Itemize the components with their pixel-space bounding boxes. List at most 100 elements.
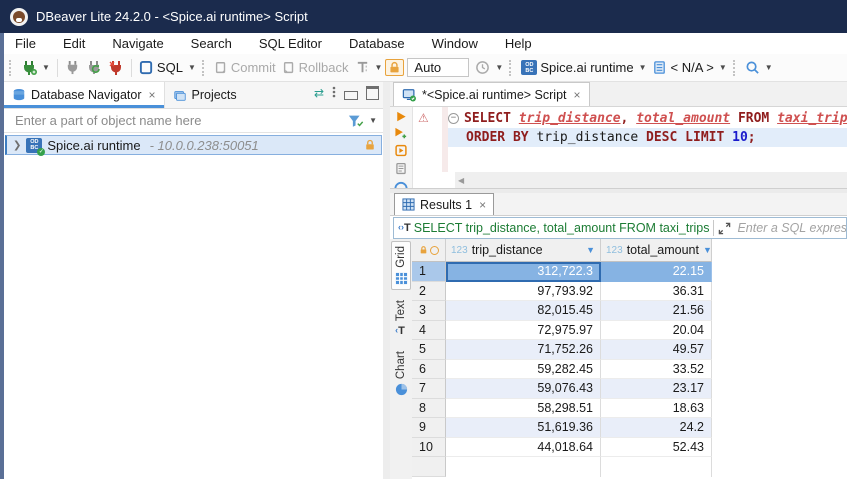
cell-trip-distance[interactable]: 97,793.92 [446, 282, 601, 302]
view-menu-icon[interactable] [332, 86, 336, 100]
cell-total-amount[interactable]: 33.52 [601, 360, 712, 380]
cell-total-amount[interactable]: 23.17 [601, 379, 712, 399]
table-row[interactable]: 382,015.4521.56 [412, 301, 847, 321]
filter-expression-input[interactable]: Enter a SQL expression to [737, 221, 846, 235]
menu-sql-editor[interactable]: SQL Editor [259, 36, 322, 51]
close-icon[interactable]: × [148, 88, 155, 102]
results-filter-sql[interactable]: SELECT trip_distance, total_amount FROM … [414, 221, 710, 235]
cell-total-amount[interactable]: 22.15 [601, 262, 712, 282]
execute-script-icon[interactable] [394, 144, 408, 157]
open-sql-editor-button[interactable]: SQL ▼ [136, 58, 199, 77]
table-row[interactable]: 1312,722.322.15 [412, 262, 847, 282]
connection-lock-toggle[interactable] [385, 59, 404, 76]
view-tab-text[interactable]: Text ‹T [391, 296, 411, 341]
cell-total-amount[interactable]: 21.56 [601, 301, 712, 321]
title-bar[interactable]: DBeaver Lite 24.2.0 - <Spice.ai runtime>… [0, 0, 847, 33]
chevron-down-icon[interactable]: ▼ [495, 63, 503, 72]
chevron-down-icon[interactable]: ▼ [42, 63, 50, 72]
row-number[interactable]: 10 [412, 438, 446, 458]
autocommit-combo[interactable]: Auto [407, 58, 469, 77]
table-row[interactable]: 659,282.4533.52 [412, 360, 847, 380]
fold-collapse-icon[interactable]: − [448, 113, 459, 124]
row-number[interactable]: 4 [412, 321, 446, 341]
table-row[interactable]: 571,752.2649.57 [412, 340, 847, 360]
filter-funnel-icon[interactable] [348, 114, 364, 128]
execute-statement-icon[interactable] [395, 111, 407, 122]
disconnect-button[interactable] [105, 58, 127, 78]
database-selector[interactable]: < N/A > ▼ [649, 58, 729, 77]
link-editor-icon[interactable]: ⇄ [314, 86, 324, 100]
column-header-total-amount[interactable]: 123 total_amount ▼ [601, 239, 712, 262]
cell-trip-distance[interactable]: 59,076.43 [446, 379, 601, 399]
tab-projects[interactable]: Projects [165, 82, 245, 108]
row-number[interactable]: 1 [412, 262, 446, 282]
table-row[interactable]: 858,298.5118.63 [412, 399, 847, 419]
object-filter-input[interactable]: Enter a part of object name here [15, 113, 348, 128]
row-number[interactable]: 7 [412, 379, 446, 399]
cell-total-amount[interactable]: 52.43 [601, 438, 712, 458]
tab-sql-script[interactable]: *<Spice.ai runtime> Script × [393, 82, 590, 106]
table-row[interactable]: 472,975.9720.04 [412, 321, 847, 341]
cell-trip-distance[interactable]: 71,752.26 [446, 340, 601, 360]
new-connection-button[interactable]: ▼ [18, 58, 53, 78]
cell-trip-distance[interactable]: 82,015.45 [446, 301, 601, 321]
view-tab-chart[interactable]: Chart [391, 347, 411, 400]
column-link[interactable]: total_amount [636, 111, 730, 126]
chevron-down-icon[interactable]: ▼ [369, 116, 377, 125]
menu-edit[interactable]: Edit [63, 36, 85, 51]
cell-trip-distance[interactable]: 59,282.45 [446, 360, 601, 380]
column-header-trip-distance[interactable]: 123 trip_distance ▼ [446, 239, 601, 262]
menu-database[interactable]: Database [349, 36, 405, 51]
table-row[interactable]: 1044,018.6452.43 [412, 438, 847, 458]
cell-total-amount[interactable]: 24.2 [601, 418, 712, 438]
tab-database-navigator[interactable]: Database Navigator × [4, 82, 165, 108]
transaction-log-button[interactable]: ▼ [472, 58, 506, 77]
panel-splitter[interactable] [383, 82, 390, 479]
transaction-mode-button[interactable]: ▼ [352, 58, 386, 77]
scroll-left-icon[interactable]: ◀ [455, 176, 464, 185]
cell-total-amount[interactable]: 18.63 [601, 399, 712, 419]
menu-window[interactable]: Window [432, 36, 478, 51]
table-row[interactable]: 951,619.3624.2 [412, 418, 847, 438]
search-button[interactable]: ▼ [742, 58, 776, 77]
cell-trip-distance[interactable]: 72,975.97 [446, 321, 601, 341]
cell-total-amount[interactable]: 20.04 [601, 321, 712, 341]
commit-button[interactable]: Commit [211, 58, 279, 77]
reconnect-button[interactable] [83, 58, 105, 78]
row-number[interactable]: 3 [412, 301, 446, 321]
table-row[interactable]: 759,076.4323.17 [412, 379, 847, 399]
grid-corner-cell[interactable] [412, 239, 446, 262]
editor-hscrollbar[interactable]: ◀ [455, 172, 847, 188]
connect-button[interactable] [62, 58, 83, 77]
row-number[interactable]: 9 [412, 418, 446, 438]
sort-desc-icon[interactable]: ▼ [586, 245, 595, 255]
cell-trip-distance[interactable]: 58,298.51 [446, 399, 601, 419]
sort-desc-icon[interactable]: ▼ [703, 245, 712, 255]
tab-results-1[interactable]: Results 1 × [394, 193, 494, 215]
connection-tree-item[interactable]: ❯ ODBC✓ Spice.ai runtime - 10.0.0.238:50… [5, 135, 382, 155]
cell-trip-distance[interactable]: 44,018.64 [446, 438, 601, 458]
explain-plan-icon[interactable] [394, 181, 408, 188]
close-icon[interactable]: × [574, 88, 581, 102]
menu-file[interactable]: File [15, 36, 36, 51]
execute-new-tab-icon[interactable] [394, 127, 408, 139]
row-number[interactable]: 6 [412, 360, 446, 380]
chevron-down-icon[interactable]: ▼ [188, 63, 196, 72]
row-number[interactable]: 8 [412, 399, 446, 419]
maximize-icon[interactable] [366, 86, 379, 100]
connection-selector[interactable]: ODBC Spice.ai runtime ▼ [518, 58, 649, 77]
cell-total-amount[interactable]: 49.57 [601, 340, 712, 360]
script-icon[interactable] [394, 162, 408, 175]
minimize-icon[interactable] [344, 91, 358, 100]
menu-search[interactable]: Search [191, 36, 232, 51]
table-row[interactable]: 297,793.9236.31 [412, 282, 847, 302]
chevron-down-icon[interactable]: ▼ [639, 63, 647, 72]
expand-filter-icon[interactable] [718, 222, 731, 235]
chevron-down-icon[interactable]: ▼ [765, 63, 773, 72]
column-link[interactable]: trip_distance [519, 111, 621, 126]
close-icon[interactable]: × [479, 198, 486, 212]
table-link[interactable]: taxi_trips [777, 111, 847, 126]
row-number[interactable]: 5 [412, 340, 446, 360]
menu-help[interactable]: Help [505, 36, 532, 51]
expander-icon[interactable]: ❯ [13, 140, 21, 151]
